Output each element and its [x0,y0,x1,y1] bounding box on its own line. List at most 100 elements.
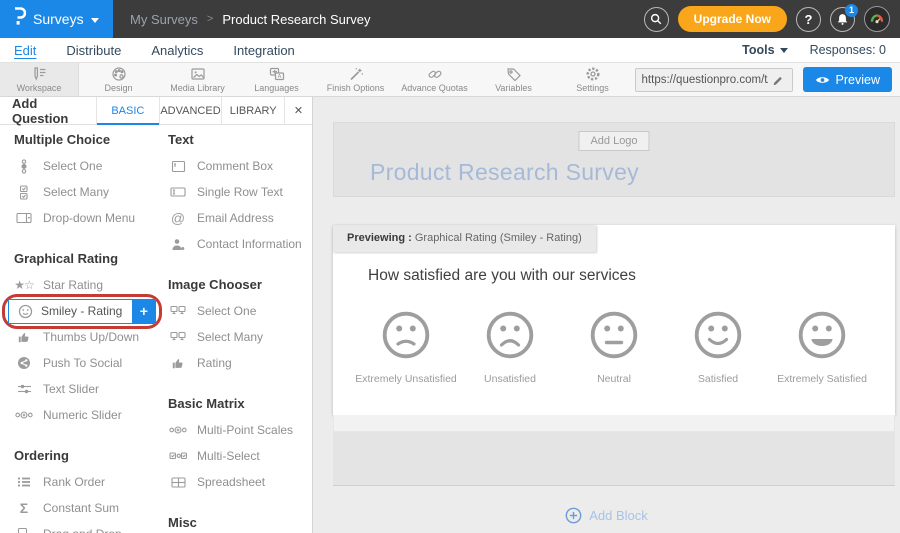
question-preview-card[interactable]: Previewing : Graphical Rating (Smiley - … [333,225,895,415]
tab-edit[interactable]: Edit [14,43,36,58]
toolbar-media-library[interactable]: Media Library [158,63,237,96]
contact-person-icon [168,238,188,251]
eye-icon [815,75,830,85]
add-question-title: Add Question [0,97,96,124]
workspace-icon [30,66,48,82]
slider-icon [14,383,34,395]
search-icon [649,12,663,26]
sidebar-item-image-select-one[interactable]: Select One [168,298,310,324]
responses-count: Responses: 0 [810,43,886,57]
tab-integration[interactable]: Integration [233,43,294,58]
sidebar-item-rank-order[interactable]: Rank Order [14,469,164,495]
sidebar-item-select-one[interactable]: Select One [14,153,164,179]
preview-button[interactable]: Preview [803,67,892,92]
group-graphical-rating: Graphical Rating [14,246,164,270]
sidebar-item-image-rating[interactable]: Rating [168,350,310,376]
top-bar: Surveys My Surveys > Product Research Su… [0,0,900,38]
close-panel-button[interactable]: ✕ [284,97,312,124]
sidebar-item-multi-select[interactable]: Multi-Select [168,443,310,469]
survey-url-input[interactable] [642,74,768,86]
smiley-rating-selected[interactable]: Smiley - Rating + [8,299,156,324]
question-text[interactable]: How satisfied are you with our services [368,267,636,285]
sidebar-item-email-address[interactable]: @ Email Address [168,205,310,231]
smiley-option-extremely-unsatisfied[interactable]: Extremely Unsatisfied [381,310,431,385]
survey-title[interactable]: Product Research Survey [370,159,639,186]
nav-right: Tools Responses: 0 [742,43,886,57]
tab-advanced[interactable]: ADVANCED [159,97,222,124]
sidebar-item-multi-point-scales[interactable]: Multi-Point Scales [168,417,310,443]
toolbar-settings[interactable]: Settings [553,63,632,96]
smiley-smile-big-icon [797,310,847,360]
smiley-option-neutral[interactable]: Neutral [589,310,639,385]
block-footer-strip [333,415,895,432]
sidebar-item-comment-box[interactable]: Comment Box [168,153,310,179]
sidebar-item-text-slider[interactable]: Text Slider [14,376,164,402]
toolbar-languages[interactable]: A Languages [237,63,316,96]
group-misc: Misc [168,510,310,533]
caret-down-icon [91,18,99,23]
smiley-option-satisfied[interactable]: Satisfied [693,310,743,385]
sidebar-item-drag-and-drop[interactable]: Drag and Drop [14,521,164,533]
survey-header-card[interactable]: Add Logo Product Research Survey [333,122,895,197]
tag-icon [505,66,523,82]
notification-count-badge: 1 [845,4,858,17]
add-logo-button[interactable]: Add Logo [578,131,649,151]
smiley-option-unsatisfied[interactable]: Unsatisfied [485,310,535,385]
notifications-button[interactable]: 1 [830,7,855,32]
smiley-frown-big-icon [485,310,535,360]
sidebar-item-single-row-text[interactable]: Single Row Text [168,179,310,205]
smiley-icon [15,304,35,319]
help-button[interactable]: ? [796,7,821,32]
share-circle-icon [14,356,34,370]
add-block-button[interactable]: Add Block [313,507,900,524]
smiley-option-extremely-satisfied[interactable]: Extremely Satisfied [797,310,847,385]
smiley-smile-icon [693,310,743,360]
toolbar-design[interactable]: Design [79,63,158,96]
sidebar-item-constant-sum[interactable]: Σ Constant Sum [14,495,164,521]
sidebar-item-smiley-rating[interactable]: Smiley - Rating + [2,294,164,328]
search-button[interactable] [644,7,669,32]
at-sign-icon: @ [168,210,188,226]
empty-block-placeholder[interactable] [333,432,895,486]
questionpro-survey-editor: Surveys My Surveys > Product Research Su… [0,0,900,533]
surveys-product-menu[interactable]: Surveys [0,0,113,38]
account-avatar[interactable] [864,6,890,32]
sidebar-item-image-select-many[interactable]: Select Many [168,324,310,350]
sidebar-item-contact-information[interactable]: Contact Information [168,231,310,257]
palette-icon [110,66,128,82]
toolbar-variables[interactable]: Variables [474,63,553,96]
breadcrumb-current-survey: Product Research Survey [222,12,370,27]
survey-canvas: Add Logo Product Research Survey Preview… [313,97,900,533]
tab-analytics[interactable]: Analytics [151,43,203,58]
monitors-icon [168,331,188,343]
toolbar-advance-quotas[interactable]: Advance Quotas [395,63,474,96]
tab-library[interactable]: LIBRARY [221,97,284,124]
numeric-slider-icon [14,410,34,420]
sidebar-item-numeric-slider[interactable]: Numeric Slider [14,402,164,428]
editor-toolbar: Workspace Design Media Library A Languag… [0,63,900,97]
tab-distribute[interactable]: Distribute [66,43,121,58]
questionpro-logo-icon [13,7,26,31]
rank-list-icon [14,476,34,488]
gear-icon [584,66,602,82]
monitors-icon [168,305,188,317]
sidebar-item-spreadsheet[interactable]: Spreadsheet [168,469,310,495]
grid-icon [168,477,188,488]
sidebar-item-dropdown-menu[interactable]: Drop-down Menu [14,205,164,231]
breadcrumb-my-surveys[interactable]: My Surveys [130,12,198,27]
toolbar-finish-options[interactable]: Finish Options [316,63,395,96]
survey-url-field[interactable] [635,68,793,92]
sidebar-item-push-to-social[interactable]: Push To Social [14,350,164,376]
add-question-plus-button[interactable]: + [132,299,155,324]
tab-basic[interactable]: BASIC [96,97,159,124]
upgrade-now-button[interactable]: Upgrade Now [678,6,787,32]
smiley-scale: Extremely Unsatisfied Unsatisfied Neutra… [333,310,895,385]
tools-menu[interactable]: Tools [742,43,787,57]
toolbar-workspace[interactable]: Workspace [0,63,79,96]
smiley-frown-small-icon [381,310,431,360]
edit-pencil-icon[interactable] [772,73,784,86]
image-icon [189,66,207,82]
comment-box-icon [168,160,188,173]
wand-icon [347,66,365,82]
sidebar-item-select-many[interactable]: Select Many [14,179,164,205]
